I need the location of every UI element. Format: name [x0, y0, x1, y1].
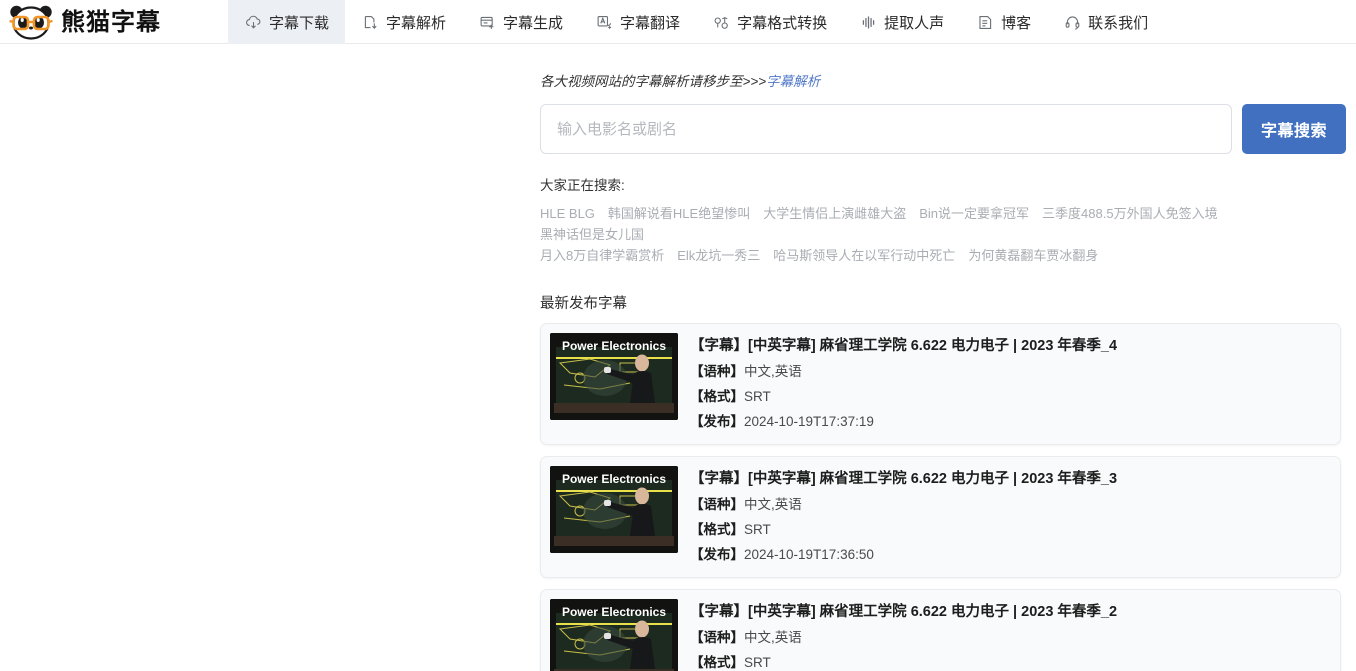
brand-name: 熊猫字幕: [61, 7, 161, 36]
nav-label: 字幕翻译: [620, 14, 681, 32]
headset-icon: [1063, 13, 1081, 31]
label-language: 【语种】: [690, 364, 744, 379]
subtitle-thumbnail: Power Electronics: [550, 466, 678, 553]
main-nav: 字幕下载 字幕解析 字幕生成 字幕翻译 字幕格式转换 提取人声 博客 联系我们: [228, 0, 1164, 44]
subtitle-published: 2024-10-19T17:37:19: [744, 414, 874, 429]
label-format: 【格式】: [690, 522, 744, 537]
nav-label: 提取人声: [884, 14, 945, 32]
subtitle-format-line: 【格式】SRT: [690, 651, 1117, 671]
nav-item-format-convert[interactable]: 字幕格式转换: [696, 0, 843, 44]
subtitle-published-line: 【发布】2024-10-19T17:36:50: [690, 543, 1117, 563]
trending-item[interactable]: 哈马斯领导人在以军行动中死亡: [773, 248, 955, 263]
subtitle-title: [中英字幕] 麻省理工学院 6.622 电力电子 | 2023 年春季_2: [748, 604, 1118, 620]
subtitle-language-line: 【语种】中文,英语: [690, 360, 1117, 380]
trending-item[interactable]: Bin说一定要拿冠军: [919, 206, 1029, 221]
subtitle-title-line: 【字幕】[中英字幕] 麻省理工学院 6.622 电力电子 | 2023 年春季_…: [690, 334, 1117, 355]
nav-item-extract-vocals[interactable]: 提取人声: [843, 0, 960, 44]
subtitle-thumbnail: Power Electronics: [550, 599, 678, 671]
parse-hint: 各大视频网站的字幕解析请移步至>>>字幕解析: [540, 70, 1346, 90]
search-input[interactable]: [540, 104, 1232, 154]
trending-item[interactable]: 韩国解说看HLE绝望惨叫: [608, 206, 750, 221]
nav-label: 字幕格式转换: [737, 14, 828, 32]
label-language: 【语种】: [690, 630, 744, 645]
subtitle-format-line: 【格式】SRT: [690, 385, 1117, 405]
trending-item[interactable]: 为何黄磊翻车贾冰翻身: [968, 248, 1098, 263]
subtitle-language: 中文,英语: [744, 630, 802, 645]
latest-section-title: 最新发布字幕: [540, 296, 627, 312]
file-download-icon: [361, 13, 379, 31]
subtitle-title-line: 【字幕】[中英字幕] 麻省理工学院 6.622 电力电子 | 2023 年春季_…: [690, 467, 1117, 488]
subtitle-title: [中英字幕] 麻省理工学院 6.622 电力电子 | 2023 年春季_3: [748, 471, 1118, 487]
label-format: 【格式】: [690, 655, 744, 670]
label-format: 【格式】: [690, 389, 744, 404]
subtitle-format: SRT: [744, 655, 771, 670]
svg-text:Power Electronics: Power Electronics: [562, 472, 666, 486]
brand-logo[interactable]: 熊猫字幕: [0, 0, 228, 43]
nav-item-blog[interactable]: 博客: [960, 0, 1047, 44]
nav-label: 字幕解析: [386, 14, 447, 32]
label-published: 【发布】: [690, 547, 744, 562]
nav-item-subtitle-download[interactable]: 字幕下载: [228, 0, 346, 44]
site-header: 熊猫字幕 字幕下载 字幕解析 字幕生成 字幕翻译 字幕格式转换 提取人声 博客 …: [0, 0, 1356, 44]
list-item[interactable]: Power Electronics 【字幕】[中英字幕] 麻省理工学院 6.62…: [540, 456, 1341, 578]
subtitle-title: [中英字幕] 麻省理工学院 6.622 电力电子 | 2023 年春季_4: [748, 338, 1118, 354]
subtitle-info: 【字幕】[中英字幕] 麻省理工学院 6.622 电力电子 | 2023 年春季_…: [690, 599, 1117, 671]
file-add-icon: [478, 13, 496, 31]
main-content: 各大视频网站的字幕解析请移步至>>>字幕解析 字幕搜索 大家正在搜索: HLE …: [0, 44, 1356, 671]
subtitle-language-line: 【语种】中文,英语: [690, 493, 1117, 513]
trending-title: 大家正在搜索:: [540, 178, 625, 193]
nav-label: 联系我们: [1088, 14, 1149, 32]
parse-hint-link[interactable]: 字幕解析: [766, 74, 820, 89]
parse-hint-text: 各大视频网站的字幕解析请移步至>>>: [540, 74, 767, 89]
panda-face-icon: [8, 4, 54, 40]
nav-label: 博客: [1001, 14, 1032, 32]
subtitle-language: 中文,英语: [744, 364, 802, 379]
subtitle-format: SRT: [744, 389, 771, 404]
subtitle-format-line: 【格式】SRT: [690, 518, 1117, 538]
trending-item[interactable]: 月入8万自律学霸赏析: [540, 248, 664, 263]
nav-label: 字幕生成: [503, 14, 564, 32]
label-published: 【发布】: [690, 414, 744, 429]
subtitle-info: 【字幕】[中英字幕] 麻省理工学院 6.622 电力电子 | 2023 年春季_…: [690, 333, 1117, 435]
trending-item[interactable]: HLE BLG: [540, 206, 595, 221]
trending-item[interactable]: 三季度488.5万外国人免签入境: [1042, 206, 1218, 221]
nav-label: 字幕下载: [269, 14, 330, 32]
nav-item-subtitle-generate[interactable]: 字幕生成: [462, 0, 579, 44]
label-language: 【语种】: [690, 497, 744, 512]
search-bar: 字幕搜索: [540, 104, 1346, 154]
subtitle-published-line: 【发布】2024-10-19T17:37:19: [690, 410, 1117, 430]
svg-text:Power Electronics: Power Electronics: [562, 605, 666, 619]
subtitle-thumbnail: Power Electronics: [550, 333, 678, 420]
list-item[interactable]: Power Electronics 【字幕】[中英字幕] 麻省理工学院 6.62…: [540, 589, 1341, 671]
translate-icon: [595, 13, 613, 31]
nav-item-subtitle-parse[interactable]: 字幕解析: [345, 0, 462, 44]
subtitle-info: 【字幕】[中英字幕] 麻省理工学院 6.622 电力电子 | 2023 年春季_…: [690, 466, 1117, 568]
trending-item[interactable]: 黑神话但是女儿国: [540, 227, 644, 242]
format-convert-icon: [712, 13, 730, 31]
subtitle-title-line: 【字幕】[中英字幕] 麻省理工学院 6.622 电力电子 | 2023 年春季_…: [690, 600, 1117, 621]
trending-item[interactable]: 大学生情侣上演雌雄大盗: [763, 206, 906, 221]
cloud-download-icon: [244, 13, 262, 31]
label-subtitle: 【字幕】: [690, 338, 748, 354]
nav-item-contact-us[interactable]: 联系我们: [1047, 0, 1164, 44]
nav-item-subtitle-translate[interactable]: 字幕翻译: [579, 0, 696, 44]
subtitle-format: SRT: [744, 522, 771, 537]
subtitle-language-line: 【语种】中文,英语: [690, 626, 1117, 646]
subtitle-published: 2024-10-19T17:36:50: [744, 547, 874, 562]
latest-subtitle-list: Power Electronics 【字幕】[中英字幕] 麻省理工学院 6.62…: [540, 323, 1341, 671]
search-button[interactable]: 字幕搜索: [1242, 104, 1346, 154]
subtitle-language: 中文,英语: [744, 497, 802, 512]
label-subtitle: 【字幕】: [690, 471, 748, 487]
audio-wave-icon: [859, 13, 877, 31]
trending-list: HLE BLG 韩国解说看HLE绝望惨叫 大学生情侣上演雌雄大盗 Bin说一定要拿冠军…: [540, 203, 1310, 266]
document-lines-icon: [976, 13, 994, 31]
list-item[interactable]: Power Electronics 【字幕】[中英字幕] 麻省理工学院 6.62…: [540, 323, 1341, 445]
label-subtitle: 【字幕】: [690, 604, 748, 620]
svg-text:Power Electronics: Power Electronics: [562, 339, 666, 353]
trending-item[interactable]: Elk龙坑一秀三: [677, 248, 760, 263]
